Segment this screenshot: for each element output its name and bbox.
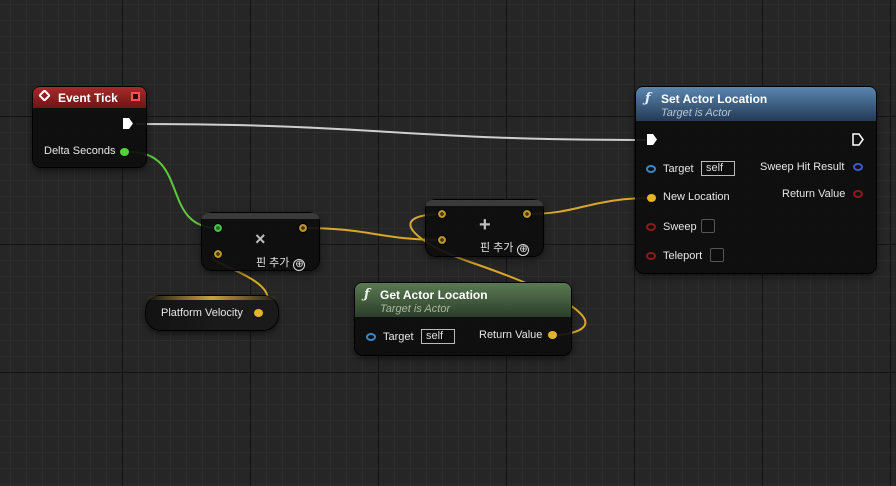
delegate-pin-icon[interactable] (131, 92, 140, 101)
variable-glow (146, 296, 278, 300)
event-diamond-icon (38, 89, 51, 102)
get-actor-location-subtitle: Target is Actor (380, 303, 451, 315)
exec-wire[interactable] (135, 123, 647, 141)
teleport-checkbox[interactable] (710, 248, 724, 262)
add-node[interactable]: + 핀 추가 ⊕ (426, 200, 543, 256)
exec-out-pin-icon[interactable] (122, 117, 134, 130)
sweep-hit-result-pin[interactable] (853, 163, 863, 171)
platform-velocity-label: Platform Velocity (161, 307, 243, 319)
exec-out-pin-icon[interactable] (852, 133, 864, 146)
sweep-label: Sweep (663, 221, 697, 233)
function-icon: ƒ (364, 287, 370, 302)
delta-seconds-pin[interactable] (120, 148, 129, 156)
add-pin-icon: ⊕ (293, 259, 306, 271)
teleport-label: Teleport (663, 250, 703, 262)
get-actor-location-header: ƒ Get Actor Location Target is Actor (355, 283, 571, 317)
multiply-output-pin[interactable] (298, 223, 308, 233)
add-output-pin[interactable] (522, 209, 532, 219)
get-return-value-label: Return Value (479, 329, 543, 341)
get-target-label: Target (383, 331, 414, 343)
get-target-pin[interactable] (366, 333, 376, 341)
add-add-pin-label: 핀 추가 (480, 242, 514, 254)
get-actor-location-node[interactable]: ƒ Get Actor Location Target is Actor Tar… (355, 283, 571, 355)
sweep-checkbox[interactable] (701, 219, 715, 233)
new-location-label: New Location (663, 191, 730, 203)
multiply-add-pin-button[interactable]: 핀 추가 ⊕ (256, 254, 306, 271)
multiply-add-pin-label: 핀 추가 (256, 257, 290, 269)
add-input-b-pin[interactable] (437, 235, 447, 245)
add-pin-icon: ⊕ (517, 244, 530, 256)
multiply-node-top-bar (202, 213, 319, 219)
set-actor-location-title: Set Actor Location (661, 92, 768, 106)
set-return-value-label: Return Value (782, 188, 846, 200)
delta-seconds-label: Delta Seconds (44, 145, 116, 157)
event-tick-header: Event Tick (33, 87, 146, 108)
add-to-new-location-wire[interactable] (527, 197, 653, 215)
new-location-pin[interactable] (647, 194, 656, 202)
set-actor-location-node[interactable]: ƒ Set Actor Location Target is Actor Tar… (636, 87, 876, 273)
set-return-value-pin[interactable] (853, 190, 863, 198)
event-tick-node[interactable]: Event Tick Delta Seconds (33, 87, 146, 167)
multiply-node[interactable]: × 핀 추가 ⊕ (202, 213, 319, 271)
sweep-pin[interactable] (646, 223, 656, 231)
get-return-value-pin[interactable] (548, 331, 557, 339)
teleport-pin[interactable] (646, 252, 656, 260)
sweep-hit-result-label: Sweep Hit Result (760, 161, 845, 173)
event-tick-title: Event Tick (58, 91, 118, 105)
add-add-pin-button[interactable]: 핀 추가 ⊕ (480, 239, 530, 256)
get-target-self-field[interactable]: self (421, 329, 455, 344)
set-target-label: Target (663, 163, 694, 175)
multiply-symbol: × (255, 229, 266, 249)
add-symbol: + (479, 214, 491, 236)
multiply-input-a-pin[interactable] (213, 223, 223, 233)
platform-velocity-node[interactable]: Platform Velocity (146, 296, 278, 330)
add-node-top-bar (426, 200, 543, 206)
exec-in-pin-icon[interactable] (646, 133, 658, 146)
add-input-a-pin[interactable] (437, 209, 447, 219)
set-actor-location-subtitle: Target is Actor (661, 107, 732, 119)
set-target-self-field[interactable]: self (701, 161, 735, 176)
function-icon: ƒ (645, 91, 651, 106)
platform-velocity-output-pin[interactable] (254, 309, 263, 317)
set-actor-location-header: ƒ Set Actor Location Target is Actor (636, 87, 876, 121)
set-target-pin[interactable] (646, 165, 656, 173)
get-actor-location-title: Get Actor Location (380, 288, 488, 302)
multiply-input-b-pin[interactable] (213, 249, 223, 259)
